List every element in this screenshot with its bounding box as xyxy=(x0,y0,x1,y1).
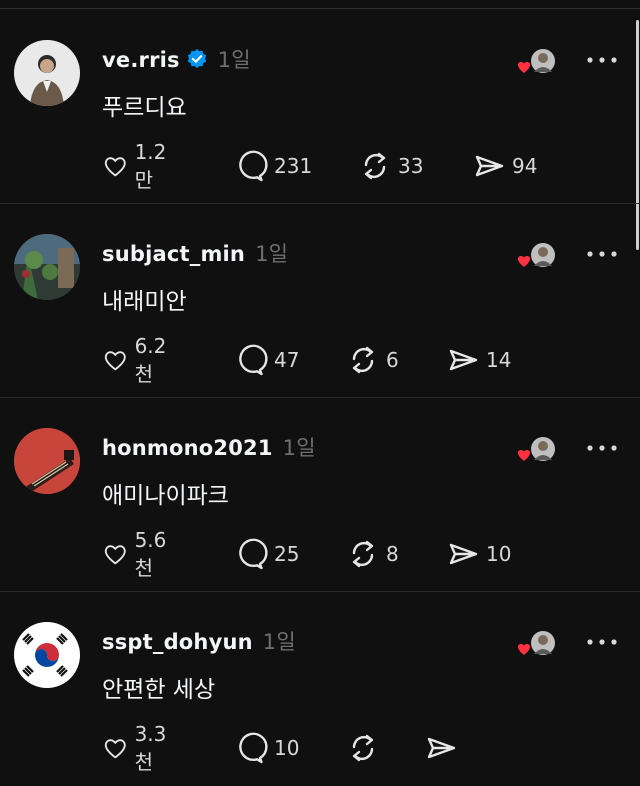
repost-count: 6 xyxy=(386,348,399,372)
timestamp: 1일 xyxy=(282,436,316,460)
heart-icon xyxy=(517,644,531,655)
share-icon xyxy=(449,349,478,371)
share-icon xyxy=(449,543,478,565)
repost-icon xyxy=(352,540,374,568)
post-item[interactable]: subjact_min 1일 내래미안 6.2천 47 6 14 xyxy=(0,204,640,398)
like-button[interactable]: 5.6천 xyxy=(102,528,174,580)
avatar[interactable] xyxy=(14,622,80,688)
heart-icon xyxy=(517,256,531,267)
repost-icon xyxy=(352,346,374,374)
reply-icon xyxy=(239,344,268,376)
avatar[interactable] xyxy=(14,40,80,106)
liked-by-avatar[interactable] xyxy=(514,630,558,660)
reply-icon xyxy=(239,150,268,182)
share-button[interactable]: 10 xyxy=(446,536,511,572)
repost-button[interactable]: 6 xyxy=(346,342,399,378)
share-button[interactable] xyxy=(424,730,464,766)
post-header: sspt_dohyun 1일 xyxy=(102,626,296,656)
liked-by-avatar[interactable] xyxy=(514,436,558,466)
reply-count: 10 xyxy=(274,736,300,760)
username[interactable]: honmono2021 xyxy=(102,436,273,460)
like-count: 6.2천 xyxy=(134,333,167,386)
like-button[interactable]: 6.2천 xyxy=(102,334,174,386)
repost-count: 33 xyxy=(398,154,424,178)
timestamp: 1일 xyxy=(262,630,296,654)
heart-icon xyxy=(517,450,531,461)
post-text: 내래미안 xyxy=(102,289,187,315)
post-header: ve.rris 1일 xyxy=(102,44,251,74)
post-item[interactable]: ve.rris 1일 푸르디요 1.2만 231 33 94 xyxy=(0,10,640,204)
post-text: 애미나이파크 xyxy=(102,483,229,509)
reply-button[interactable]: 231 xyxy=(234,148,312,184)
reply-button[interactable]: 10 xyxy=(234,730,299,766)
repost-button[interactable]: 33 xyxy=(358,148,423,184)
heart-icon xyxy=(104,739,126,759)
reply-count: 25 xyxy=(274,542,300,566)
repost-button[interactable]: 8 xyxy=(346,536,399,572)
username[interactable]: sspt_dohyun xyxy=(102,630,253,654)
post-text: 푸르디요 xyxy=(102,95,187,121)
more-options-icon[interactable] xyxy=(584,438,620,458)
heart-icon xyxy=(104,351,126,371)
share-count: 94 xyxy=(512,154,538,178)
heart-icon xyxy=(517,62,531,73)
share-count: 10 xyxy=(486,542,512,566)
share-icon xyxy=(427,737,456,759)
repost-count: 8 xyxy=(386,542,399,566)
like-count: 5.6천 xyxy=(134,527,167,580)
heart-icon xyxy=(104,545,126,565)
more-options-icon[interactable] xyxy=(584,50,620,70)
username[interactable]: ve.rris xyxy=(102,48,180,72)
more-options-icon[interactable] xyxy=(584,632,620,652)
like-button[interactable]: 3.3천 xyxy=(102,722,174,774)
reply-icon xyxy=(239,538,268,570)
post-header: honmono2021 1일 xyxy=(102,432,316,462)
username[interactable]: subjact_min xyxy=(102,242,245,266)
repost-icon xyxy=(352,734,374,762)
repost-icon xyxy=(364,152,386,180)
post-header: subjact_min 1일 xyxy=(102,238,288,268)
liked-by-avatar[interactable] xyxy=(514,48,558,78)
post-item[interactable]: honmono2021 1일 애미나이파크 5.6천 25 8 10 xyxy=(0,398,640,592)
avatar[interactable] xyxy=(14,428,80,494)
heart-icon xyxy=(104,157,126,177)
verified-badge-icon xyxy=(187,48,206,69)
timestamp: 1일 xyxy=(255,242,289,266)
like-count: 3.3천 xyxy=(134,721,167,774)
reply-button[interactable]: 25 xyxy=(234,536,299,572)
avatar[interactable] xyxy=(14,234,80,300)
more-options-icon[interactable] xyxy=(584,244,620,264)
share-button[interactable]: 14 xyxy=(446,342,511,378)
timestamp: 1일 xyxy=(217,48,251,72)
reply-icon xyxy=(239,732,268,764)
reply-button[interactable]: 47 xyxy=(234,342,299,378)
post-text: 안편한 세상 xyxy=(102,677,216,703)
share-icon xyxy=(475,155,504,177)
like-button[interactable]: 1.2만 xyxy=(102,140,174,192)
reply-count: 231 xyxy=(274,154,313,178)
liked-by-avatar[interactable] xyxy=(514,242,558,272)
repost-button[interactable] xyxy=(346,730,386,766)
top-divider xyxy=(0,8,640,9)
like-count: 1.2만 xyxy=(134,139,167,192)
reply-count: 47 xyxy=(274,348,300,372)
share-button[interactable]: 94 xyxy=(472,148,537,184)
share-count: 14 xyxy=(486,348,512,372)
post-item[interactable]: sspt_dohyun 1일 안편한 세상 3.3천 10 xyxy=(0,592,640,786)
